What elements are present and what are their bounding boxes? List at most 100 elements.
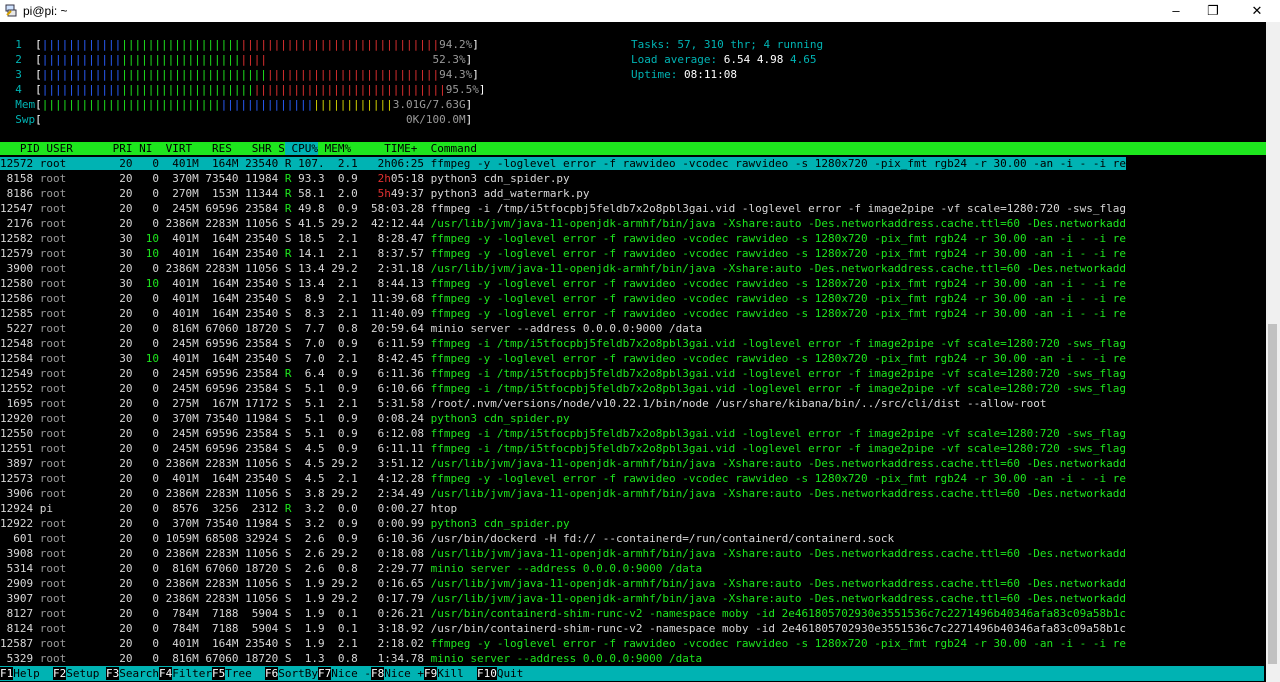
process-row-3900[interactable]: 3900 root 20 0 2386M 2283M 11056 S 13.4 … (0, 261, 1126, 276)
priority-cell: 30 (99, 277, 133, 290)
command-cell: minio server --address 0.0.0.0:9000 /dat… (423, 562, 703, 575)
process-row-5329[interactable]: 5329 root 20 0 816M 67060 18720 S 1.3 0.… (0, 651, 703, 666)
process-row-12584[interactable]: 12584 root 30 10 401M 164M 23540 S 7.0 2… (0, 351, 1126, 366)
restore-button[interactable]: ❐ (1190, 0, 1236, 22)
close-button[interactable]: ✕ (1234, 0, 1280, 22)
process-row-12586[interactable]: 12586 root 20 0 401M 164M 23540 S 8.9 2.… (0, 291, 1126, 306)
process-row-1695[interactable]: 1695 root 20 0 275M 167M 17172 S 5.1 2.1… (0, 396, 1047, 411)
process-row-12550[interactable]: 12550 root 20 0 245M 69596 23584 S 5.1 0… (0, 426, 1126, 441)
process-row-12585[interactable]: 12585 root 20 0 401M 164M 23540 S 8.3 2.… (0, 306, 1126, 321)
state-cell: S (278, 232, 292, 245)
process-row-5314[interactable]: 5314 root 20 0 816M 67060 18720 S 2.6 0.… (0, 561, 703, 576)
process-row-8158[interactable]: 8158 root 20 0 370M 73540 11984 R 93.3 0… (0, 171, 570, 186)
process-row-12572[interactable]: 12572 root 20 0 401M 164M 23540 R 107. 2… (0, 156, 1126, 171)
function-key-f9[interactable]: F9Kill (424, 667, 477, 680)
virt-cell: 245M (158, 442, 199, 455)
function-key-f2[interactable]: F2Setup (53, 667, 106, 680)
process-row-12580[interactable]: 12580 root 30 10 401M 164M 23540 S 13.4 … (0, 276, 1126, 291)
virt-cell: 816M (158, 652, 199, 665)
priority-cell: 20 (99, 592, 133, 605)
function-key-f7[interactable]: F7Nice - (318, 667, 371, 680)
state-cell: S (278, 412, 292, 425)
function-key-f4[interactable]: F4Filter (159, 667, 212, 680)
res-cell: 69596 (198, 337, 239, 350)
command-cell: ffmpeg -y -loglevel error -f rawvideo -v… (423, 232, 1126, 245)
vertical-scrollbar[interactable] (1266, 22, 1280, 682)
process-row-12920[interactable]: 12920 root 20 0 370M 73540 11984 S 5.1 0… (0, 411, 570, 426)
function-key-code: F8 (371, 667, 385, 680)
cpu-cell: 3.8 (291, 487, 325, 500)
cpu-bar-normal: |||||||||||||||||||||| (121, 68, 267, 81)
terminal-area[interactable]: 1 [|||||||||||||||||||||||||||||||||||||… (0, 22, 1266, 682)
cpu-cell: 5.1 (291, 382, 325, 395)
process-row-8186[interactable]: 8186 root 20 0 270M 153M 11344 R 58.1 2.… (0, 186, 590, 201)
command-cell: python3 add_watermark.py (423, 187, 590, 200)
process-row-12587[interactable]: 12587 root 20 0 401M 164M 23540 S 1.9 2.… (0, 636, 1126, 651)
user-cell: root (33, 322, 100, 335)
process-row-12548[interactable]: 12548 root 20 0 245M 69596 23584 S 7.0 0… (0, 336, 1126, 351)
scrollbar-thumb[interactable] (1268, 324, 1277, 664)
nice-cell: 0 (132, 382, 159, 395)
process-row-2176[interactable]: 2176 root 20 0 2386M 2283M 11056 S 41.5 … (0, 216, 1126, 231)
nice-cell: 0 (132, 262, 159, 275)
process-row-12573[interactable]: 12573 root 20 0 401M 164M 23540 S 4.5 2.… (0, 471, 1126, 486)
load-average-line: Load average: 6.54 4.98 4.65 (631, 52, 816, 67)
virt-cell: 8576 (158, 502, 199, 515)
process-row-5227[interactable]: 5227 root 20 0 816M 67060 18720 S 7.7 0.… (0, 321, 703, 336)
process-row-12924[interactable]: 12924 pi 20 0 8576 3256 2312 R 3.2 0.0 0… (0, 501, 457, 516)
priority-cell: 20 (99, 262, 133, 275)
function-key-f5[interactable]: F5Tree (212, 667, 265, 680)
process-row-3897[interactable]: 3897 root 20 0 2386M 2283M 11056 S 4.5 2… (0, 456, 1126, 471)
command-cell: ffmpeg -i /tmp/i5tfocpbj5feldb7x2o8pbl3g… (423, 427, 1126, 440)
priority-cell: 20 (99, 607, 133, 620)
cpu-cell: 7.7 (291, 322, 325, 335)
function-key-f8[interactable]: F8Nice + (371, 667, 424, 680)
shr-cell: 23540 (238, 232, 279, 245)
column-header-ni: NI (132, 142, 153, 155)
shr-cell: 18720 (238, 652, 279, 665)
virt-cell: 1059M (158, 532, 199, 545)
function-key-label: Nice - (331, 667, 371, 680)
process-row-3907[interactable]: 3907 root 20 0 2386M 2283M 11056 S 1.9 2… (0, 591, 1126, 606)
process-row-12547[interactable]: 12547 root 20 0 245M 69596 23584 R 49.8 … (0, 201, 1126, 216)
time-cell: 11:39.68 (357, 292, 424, 305)
pid-cell: 8158 (0, 172, 34, 185)
process-row-601[interactable]: 601 root 20 0 1059M 68508 32924 S 2.6 0.… (0, 531, 894, 546)
process-row-12922[interactable]: 12922 root 20 0 370M 73540 11984 S 3.2 0… (0, 516, 570, 531)
process-row-8124[interactable]: 8124 root 20 0 784M 7188 5904 S 1.9 0.1 … (0, 621, 1126, 636)
shr-cell: 11344 (238, 187, 279, 200)
priority-cell: 20 (99, 577, 133, 590)
pid-cell: 3907 (0, 592, 34, 605)
process-row-2909[interactable]: 2909 root 20 0 2386M 2283M 11056 S 1.9 2… (0, 576, 1126, 591)
function-key-f1[interactable]: F1Help (0, 667, 53, 680)
time-cell: 6:11.59 (357, 337, 424, 350)
process-row-12552[interactable]: 12552 root 20 0 245M 69596 23584 S 5.1 0… (0, 381, 1126, 396)
command-cell: ffmpeg -i /tmp/i5tfocpbj5feldb7x2o8pbl3g… (423, 367, 1126, 380)
process-row-12582[interactable]: 12582 root 30 10 401M 164M 23540 S 18.5 … (0, 231, 1126, 246)
cpu-bar-low: |||||||||||| (41, 38, 122, 51)
process-row-12579[interactable]: 12579 root 30 10 401M 164M 23540 R 14.1 … (0, 246, 1126, 261)
column-header-command: Command (417, 142, 1266, 155)
command-cell: /usr/lib/jvm/java-11-openjdk-armhf/bin/j… (423, 547, 1126, 560)
process-row-3908[interactable]: 3908 root 20 0 2386M 2283M 11056 S 2.6 2… (0, 546, 1126, 561)
cpu-cell: 2.6 (291, 532, 325, 545)
pid-cell: 3897 (0, 457, 34, 470)
cpu-number: 2 (2, 53, 36, 66)
res-cell: 164M (198, 277, 239, 290)
process-row-3906[interactable]: 3906 root 20 0 2386M 2283M 11056 S 3.8 2… (0, 486, 1126, 501)
command-cell: ffmpeg -y -loglevel error -f rawvideo -v… (423, 247, 1126, 260)
mem-cell: 29.2 (324, 547, 358, 560)
shr-cell: 23540 (238, 637, 279, 650)
function-key-code: F9 (424, 667, 438, 680)
function-key-f10[interactable]: F10Quit (477, 667, 524, 680)
process-row-12549[interactable]: 12549 root 20 0 245M 69596 23584 R 6.4 0… (0, 366, 1126, 381)
process-row-8127[interactable]: 8127 root 20 0 784M 7188 5904 S 1.9 0.1 … (0, 606, 1126, 621)
shr-cell: 5904 (238, 622, 279, 635)
function-key-f3[interactable]: F3Search (106, 667, 159, 680)
column-header-row[interactable]: PID USER PRI NI VIRT RES SHR S CPU% MEM%… (0, 141, 1266, 156)
command-cell: python3 cdn_spider.py (423, 412, 570, 425)
process-row-12551[interactable]: 12551 root 20 0 245M 69596 23584 S 4.5 0… (0, 441, 1126, 456)
function-key-f6[interactable]: F6SortBy (265, 667, 318, 680)
function-key-code: F10 (477, 667, 497, 680)
time-cell: 05:18 (390, 172, 424, 185)
